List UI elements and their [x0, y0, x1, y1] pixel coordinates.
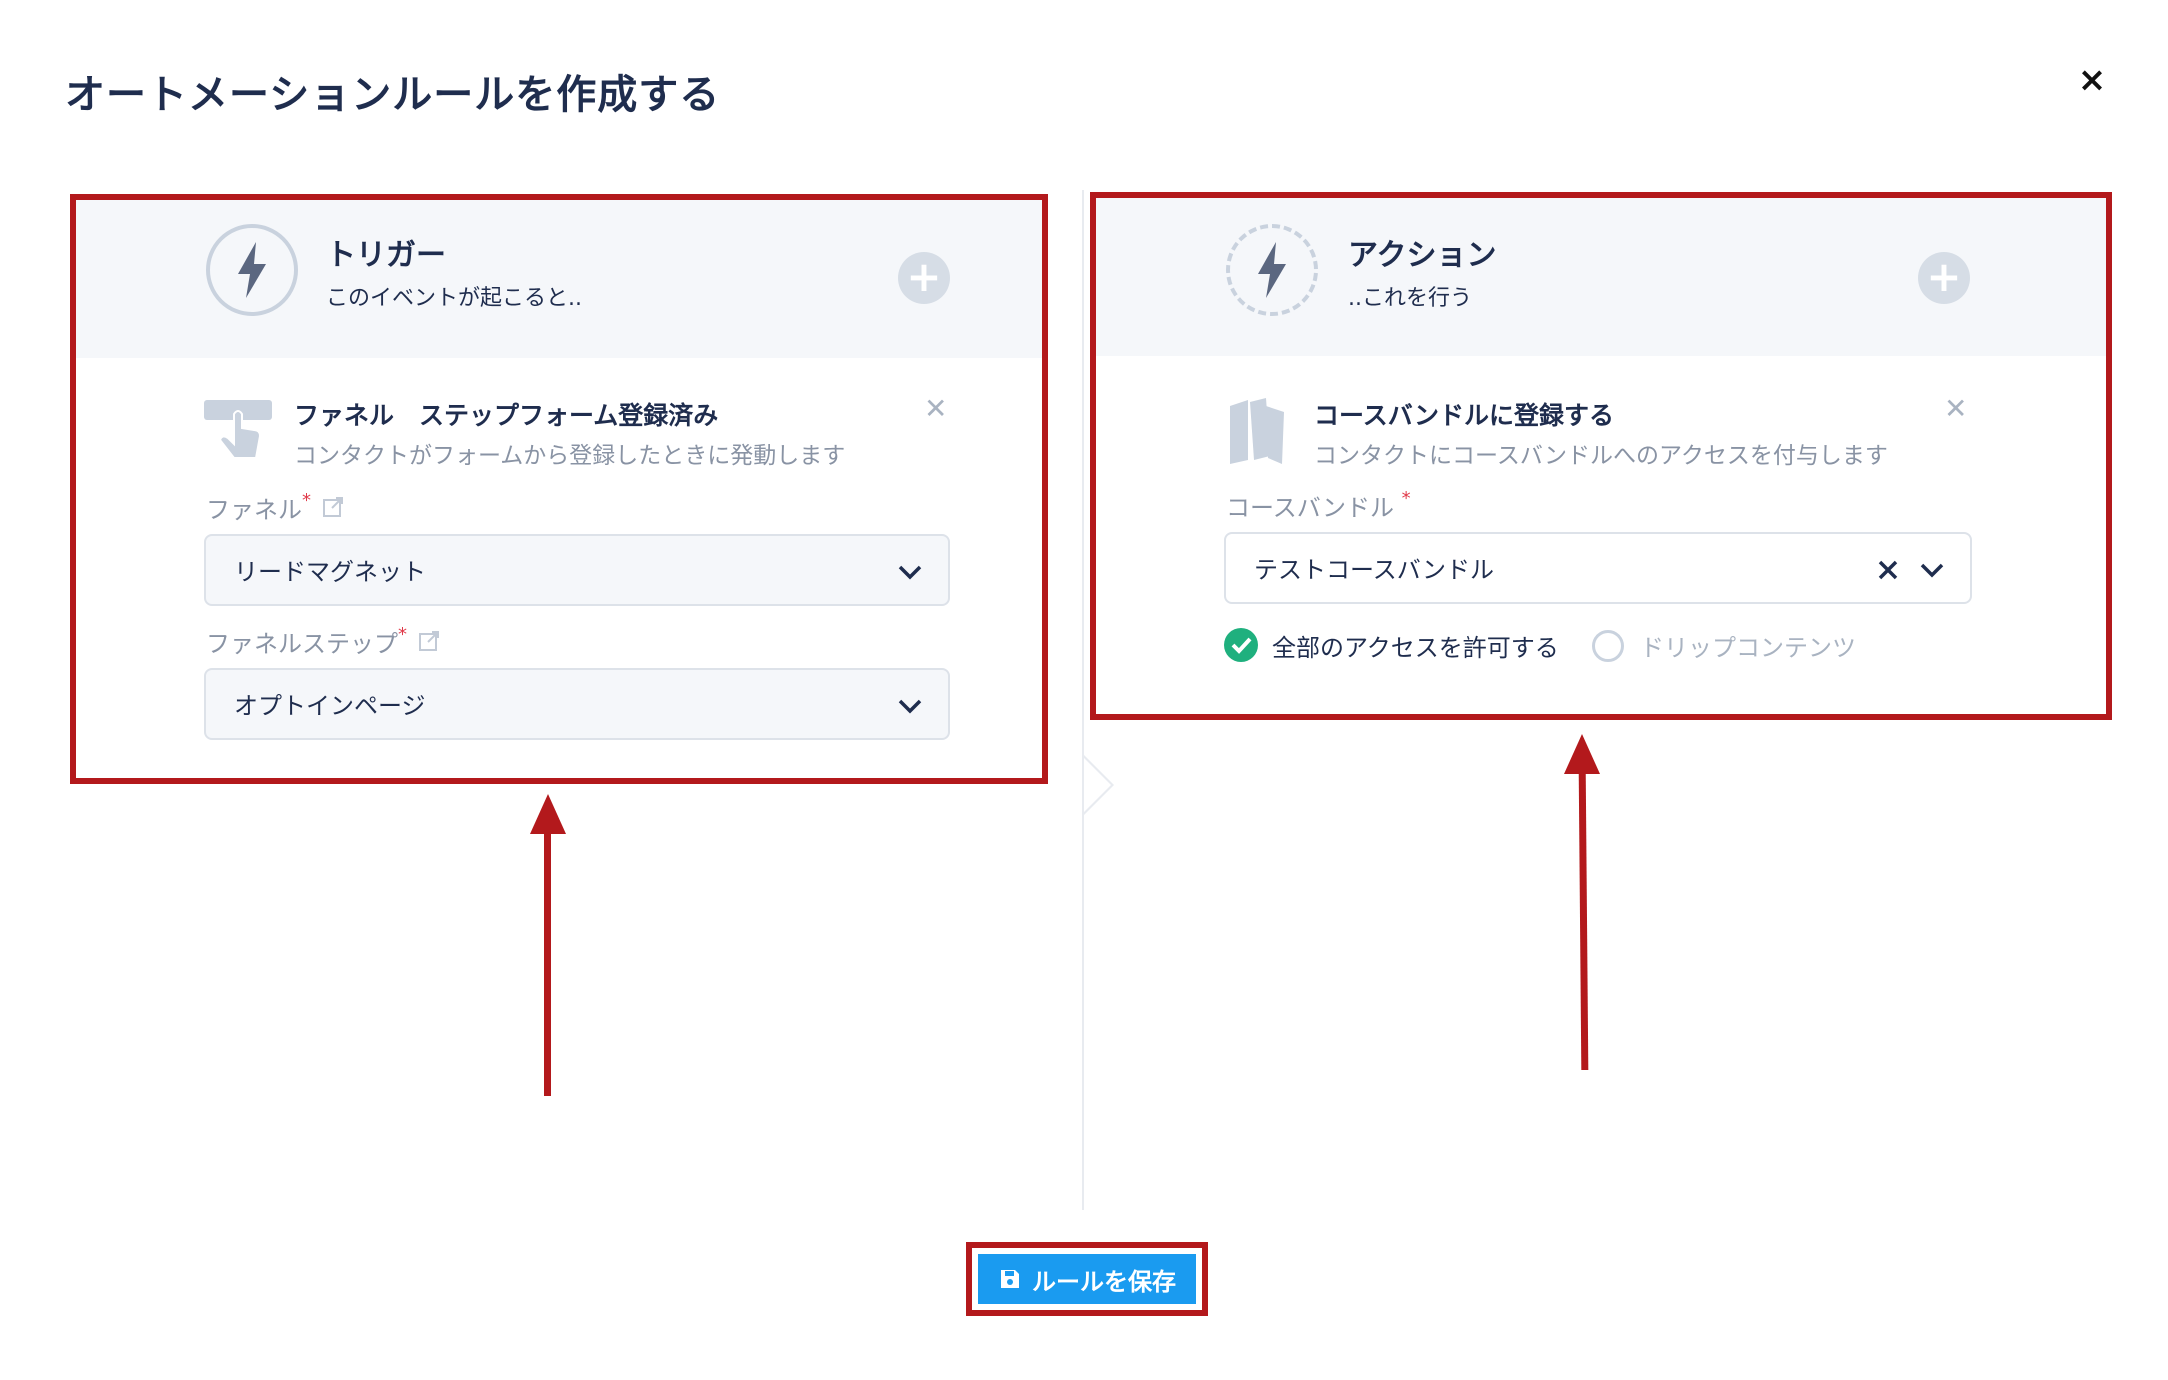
annotation-arrow-right [1578, 767, 1589, 1071]
trigger-title: トリガー [326, 238, 446, 273]
funnel-select[interactable]: リードマグネット [204, 534, 950, 606]
dialog-title: オートメーションルールを作成する [65, 72, 721, 118]
funnel-step-select[interactable]: オプトインページ [204, 668, 950, 740]
trigger-item-title: ファネル ステップフォーム登録済み [294, 401, 719, 430]
trigger-panel: トリガー このイベントが起こると.. + ファネル ステップフォーム登録済み コ… [70, 194, 1048, 784]
floppy-disk-icon [1001, 1270, 1019, 1288]
chevron-down-icon [898, 699, 922, 714]
radio-all-access-checked[interactable] [1224, 628, 1258, 662]
required-mark: * [1401, 488, 1411, 509]
required-mark: * [398, 624, 407, 645]
column-divider [1082, 190, 1084, 1210]
action-panel: アクション ..これを行う + コースバンドルに登録する コンタクトにコースバン… [1090, 192, 2112, 720]
add-trigger-button[interactable]: + [898, 252, 950, 304]
annotation-arrow-left [544, 830, 551, 1096]
option-all-access-label[interactable]: 全部のアクセスを許可する [1272, 628, 1559, 663]
trigger-item-description: コンタクトがフォームから登録したときに発動します [294, 443, 846, 469]
trigger-subtitle: このイベントが起こると.. [326, 286, 582, 311]
trigger-header: トリガー このイベントが起こると.. + [76, 200, 1042, 358]
external-link-icon[interactable] [322, 496, 344, 518]
books-icon [1226, 394, 1290, 466]
remove-action-icon[interactable]: ✕ [1944, 392, 1967, 425]
course-bundle-label: コースバンドル * [1226, 488, 1411, 522]
action-title: アクション [1348, 238, 1497, 273]
save-rule-button[interactable]: ルールを保存 [978, 1254, 1196, 1304]
lightning-cycle-icon [1226, 224, 1318, 316]
external-link-icon[interactable] [418, 630, 440, 652]
option-drip-content-label[interactable]: ドリップコンテンツ [1640, 628, 1856, 663]
add-action-button[interactable]: + [1918, 252, 1970, 304]
close-icon[interactable]: × [2072, 60, 2112, 100]
clear-icon[interactable] [1874, 556, 1902, 584]
funnel-label: ファネル* [206, 490, 311, 524]
tap-icon [204, 396, 274, 464]
annotation-arrowhead-left [530, 794, 566, 834]
action-item-title: コースバンドルに登録する [1314, 401, 1615, 430]
annotation-arrowhead-right [1564, 734, 1600, 774]
action-item-description: コンタクトにコースバンドルへのアクセスを付与します [1314, 443, 1888, 469]
funnel-step-label: ファネルステップ* [206, 624, 407, 658]
action-header: アクション ..これを行う + [1096, 198, 2106, 356]
required-mark: * [302, 490, 311, 511]
save-button-highlight: ルールを保存 [966, 1242, 1208, 1316]
chevron-down-icon [898, 565, 922, 580]
lightning-icon [206, 224, 298, 316]
radio-drip-content[interactable] [1592, 630, 1624, 662]
action-subtitle: ..これを行う [1348, 286, 1472, 311]
chevron-down-icon [1920, 563, 1944, 578]
remove-trigger-icon[interactable]: ✕ [924, 392, 947, 425]
course-bundle-select[interactable]: テストコースバンドル [1224, 532, 1972, 604]
